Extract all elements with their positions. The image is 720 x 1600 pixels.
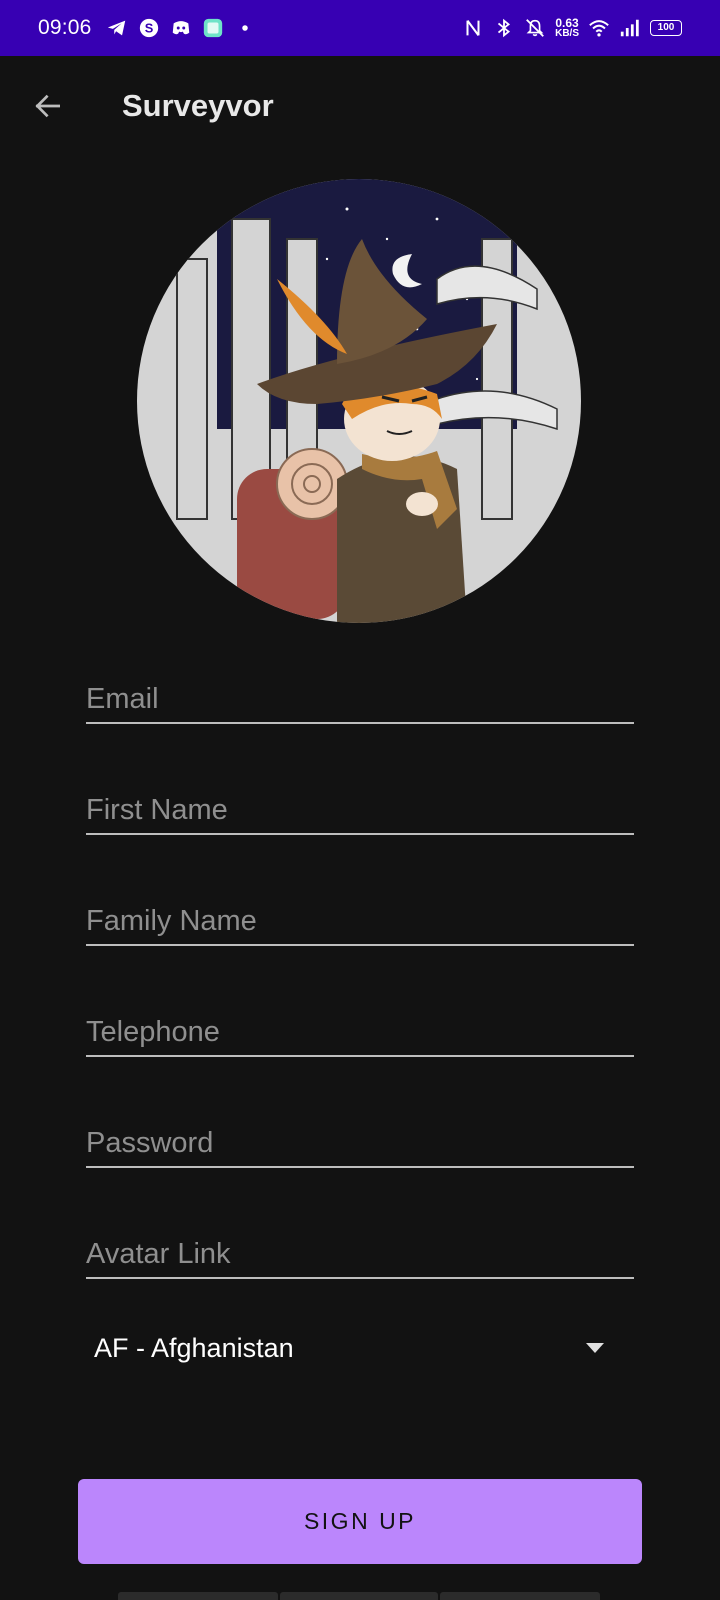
bottom-peek-left: [118, 1592, 278, 1600]
telephone-field-container: [86, 997, 634, 1057]
country-select[interactable]: AF - Afghanistan: [86, 1318, 626, 1378]
more-notifications-dot-icon: [241, 25, 248, 31]
top-app-bar: Surveyvor: [0, 56, 720, 152]
page-title: Surveyvor: [122, 88, 274, 123]
country-selected-value: AF - Afghanistan: [94, 1332, 294, 1363]
bottom-peek-center: [280, 1592, 438, 1600]
password-field-container: [86, 1108, 634, 1168]
telegram-icon: [107, 20, 125, 36]
telephone-field[interactable]: [86, 1016, 634, 1049]
skype-icon: S: [139, 18, 158, 38]
discord-icon: [172, 21, 189, 35]
email-field[interactable]: [86, 683, 634, 716]
app-notification-icon: [203, 18, 222, 38]
avatar-link-field[interactable]: [86, 1238, 634, 1271]
battery-icon: 100: [650, 20, 682, 36]
notification-icons: S: [106, 17, 256, 39]
signup-button[interactable]: SIGN UP: [78, 1479, 642, 1564]
family-name-field-container: [86, 886, 634, 946]
dropdown-arrow-icon: [586, 1343, 604, 1353]
svg-text:S: S: [144, 21, 153, 36]
vibrate-mute-icon: [526, 19, 544, 37]
avatar-link-field-container: [86, 1219, 634, 1279]
profile-avatar-illustration: [176, 179, 558, 623]
email-field-container: [86, 664, 634, 724]
bottom-peek-right: [440, 1592, 600, 1600]
arrow-left-icon: [35, 94, 60, 118]
system-icons: 0.63 KB/S 100: [462, 17, 682, 39]
back-button[interactable]: [26, 84, 70, 128]
password-field[interactable]: [86, 1127, 634, 1160]
bluetooth-icon: [498, 18, 511, 38]
status-time: 09:06: [38, 16, 92, 39]
status-bar: 09:06 S 0.63 KB/S 100: [0, 0, 720, 56]
avatar: [137, 179, 581, 623]
first-name-field-container: [86, 775, 634, 835]
nfc-icon: [466, 20, 480, 36]
cellular-signal-icon: [620, 19, 639, 37]
network-speed: 0.63 KB/S: [555, 16, 579, 39]
wifi-icon: [589, 20, 609, 37]
first-name-field[interactable]: [86, 794, 634, 827]
family-name-field[interactable]: [86, 905, 634, 938]
